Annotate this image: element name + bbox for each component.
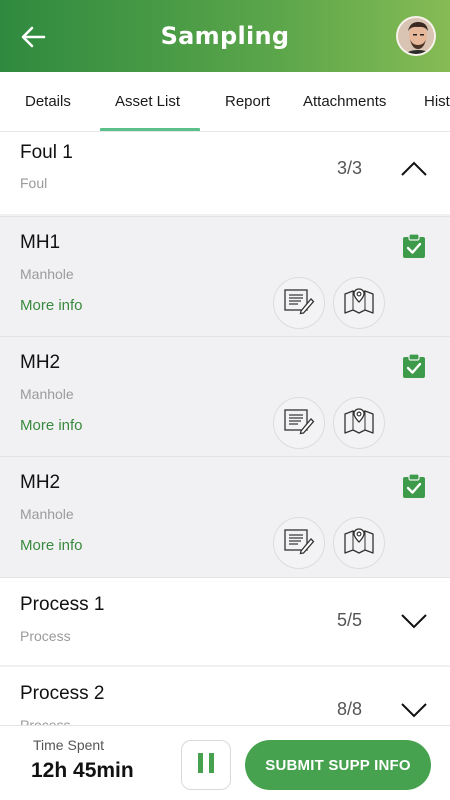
group-count: 5/5 [336,610,362,630]
group-subtitle: Process [20,628,71,644]
asset-subtitle: Manhole [20,266,74,282]
form-edit-button[interactable] [273,397,325,449]
back-arrow-icon[interactable] [18,22,48,52]
tab-report[interactable]: Report [225,72,270,131]
map-pin-icon [343,406,375,440]
tab-asset-list[interactable]: Asset List [115,72,180,131]
app-header: Sampling [0,0,450,72]
map-location-button[interactable] [333,397,385,449]
asset-row-mh2: MH2 Manhole More info [0,336,450,454]
tab-history[interactable]: Hist [424,72,450,131]
chevron-up-icon[interactable] [400,160,428,178]
asset-title: MH2 [20,472,61,493]
clipboard-check-icon [402,353,426,379]
clipboard-check-icon [402,473,426,499]
asset-list: Foul 1 Foul 3/3 MH1 Manhole More info MH… [0,132,450,725]
map-location-button[interactable] [333,517,385,569]
asset-subtitle: Manhole [20,506,74,522]
time-spent-value: 12h 45min [31,759,134,782]
group-subtitle: Foul [20,175,48,191]
chevron-down-icon[interactable] [400,701,428,719]
avatar[interactable] [396,16,436,56]
form-edit-icon [283,407,315,439]
asset-subtitle: Manhole [20,386,74,402]
map-location-button[interactable] [333,277,385,329]
group-title: Process 1 [20,594,105,615]
pause-button[interactable] [181,740,231,790]
chevron-down-icon[interactable] [400,612,428,630]
form-edit-button[interactable] [273,277,325,329]
asset-row-mh2-b: MH2 Manhole More info [0,456,450,574]
group-title: Foul 1 [20,142,73,163]
tab-details[interactable]: Details [25,72,71,131]
time-spent-label: Time Spent [33,737,105,753]
pause-icon [197,752,215,778]
app-screen: Sampling Details Asset List Report Attac… [0,0,450,800]
more-info-link[interactable]: More info [20,537,83,554]
submit-supp-info-button[interactable]: SUBMIT SUPP INFO [245,740,431,790]
footer-bar: Time Spent 12h 45min SUBMIT SUPP INFO [0,725,450,800]
clipboard-check-icon [402,233,426,259]
group-row-process-2[interactable]: Process 2 Process 8/8 [0,667,450,725]
group-row-process-1[interactable]: Process 1 Process 5/5 [0,577,450,665]
asset-title: MH1 [20,232,61,253]
group-row-foul-1[interactable]: Foul 1 Foul 3/3 [0,132,450,214]
map-pin-icon [343,286,375,320]
more-info-link[interactable]: More info [20,297,83,314]
group-title: Process 2 [20,683,105,704]
page-title: Sampling [160,22,290,50]
form-edit-icon [283,527,315,559]
asset-title: MH2 [20,352,61,373]
group-subtitle: Process [20,717,71,725]
group-count: 8/8 [336,699,362,719]
tab-bar: Details Asset List Report Attachments Hi… [0,72,450,132]
map-pin-icon [343,526,375,560]
form-edit-icon [283,287,315,319]
group-count: 3/3 [336,158,362,178]
asset-row-mh1: MH1 Manhole More info [0,216,450,334]
form-edit-button[interactable] [273,517,325,569]
tab-attachments[interactable]: Attachments [303,72,386,131]
more-info-link[interactable]: More info [20,417,83,434]
